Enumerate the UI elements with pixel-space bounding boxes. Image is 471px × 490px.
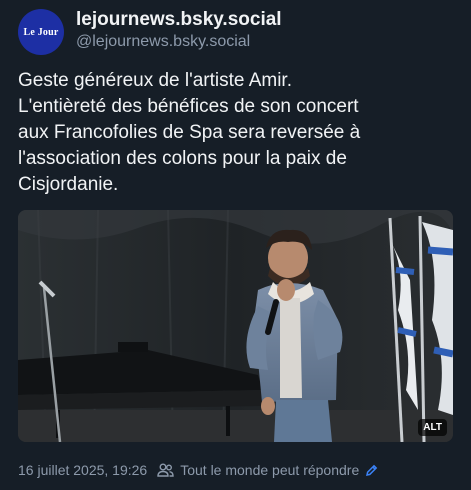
- post-timestamp[interactable]: 16 juillet 2025, 19:26: [18, 462, 147, 478]
- author-display-name[interactable]: lejournews.bsky.social: [76, 9, 282, 31]
- post-text: Geste généreux de l'artiste Amir. L'enti…: [18, 68, 458, 198]
- post-image[interactable]: ALT: [18, 210, 453, 442]
- post-text-line: Geste généreux de l'artiste Amir.: [18, 70, 292, 91]
- pencil-icon[interactable]: [365, 464, 378, 477]
- post-text-line: l'association des colons pour la paix de: [18, 148, 347, 169]
- concert-photo: [18, 210, 453, 442]
- post-text-line: L'entièreté des bénéfices de son concert: [18, 96, 359, 117]
- avatar[interactable]: Le Jour: [18, 9, 64, 55]
- post-meta: 16 juillet 2025, 19:26 Tout le monde peu…: [18, 462, 378, 478]
- alt-text-badge[interactable]: ALT: [418, 419, 447, 436]
- reply-setting-label[interactable]: Tout le monde peut répondre: [180, 462, 359, 478]
- avatar-text: Le Jour: [23, 26, 59, 38]
- author-handle[interactable]: @lejournews.bsky.social: [76, 33, 250, 51]
- post-text-line: aux Francofolies de Spa sera reversée à: [18, 122, 361, 143]
- post-card: Le Jour lejournews.bsky.social @lejourne…: [0, 0, 471, 490]
- people-icon: [157, 463, 174, 477]
- post-text-line: Cisjordanie.: [18, 174, 119, 195]
